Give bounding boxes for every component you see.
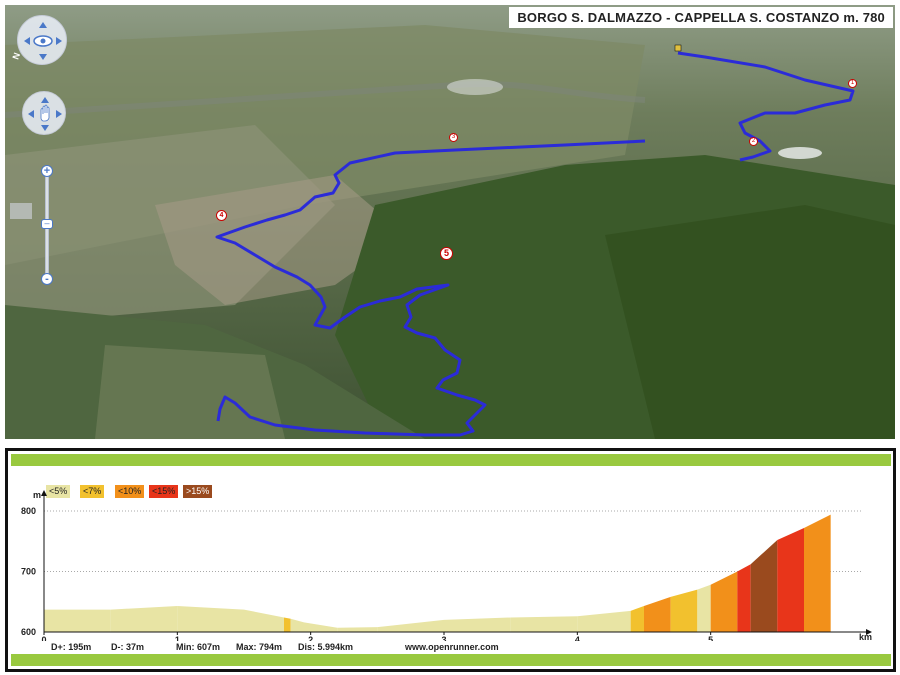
profile-segment [304,622,338,632]
y-axis-label: m [33,490,41,500]
zoom-slider[interactable]: + – - [41,165,53,287]
profile-segment [44,609,111,632]
hand-icon [28,97,62,131]
x-tick-label: 0 [41,635,46,641]
stat-d-plus: D+: 195m [51,642,92,652]
y-axis-arrow [41,490,47,496]
route-marker-2[interactable]: 2 [749,137,758,146]
profile-segment [244,609,284,632]
profile-segment [110,605,178,632]
profile-segment [804,514,831,632]
x-tick-label: 4 [575,635,580,641]
profile-segment [697,584,711,632]
profile-segment [177,605,244,632]
profile-segment [337,627,378,632]
stat-min: Min: 607m [176,642,221,652]
map-view[interactable]: 1 2 3 4 5 BORGO S. DALMAZZO - CAPPELLA S… [5,5,895,439]
zoom-in-button[interactable]: + [41,165,53,177]
website-link[interactable]: www.openrunner.com [405,642,499,652]
x-tick-label: 3 [441,635,446,641]
route-marker-3[interactable]: 3 [449,133,458,142]
profile-segment [670,589,698,632]
x-axis-label: km [859,632,872,641]
profile-segment [710,571,738,632]
move-control[interactable] [22,91,66,135]
x-tick-label: 2 [308,635,313,641]
profile-segment [644,596,671,632]
route-marker-5[interactable]: 5 [440,247,453,260]
profile-segment [284,617,291,632]
stat-d-minus: D-: 37m [111,642,145,652]
route-marker-4[interactable]: 4 [216,210,227,221]
y-tick-label: 700 [21,567,36,577]
elevation-profile-panel: <5% <7% <10% <15% >15% 0 1 2 3 4 5 600 700 800 m k… [5,448,896,672]
bottom-green-bar [11,654,891,666]
profile-segment [737,564,751,632]
x-tick-label: 1 [175,635,180,641]
profile-segment [630,605,644,632]
map-title: BORGO S. DALMAZZO - CAPPELLA S. COSTANZO… [509,7,893,28]
route-marker-1[interactable]: 1 [848,79,857,88]
zoom-out-button[interactable]: - [41,273,53,285]
profile-segment [750,540,778,632]
profile-segment [577,610,631,632]
eye-icon [24,22,62,60]
marker-start[interactable] [674,44,682,52]
profile-segment [377,619,444,632]
y-tick-label: 800 [21,506,36,516]
profile-segment [510,616,578,632]
y-tick-label: 600 [21,627,36,637]
x-tick-label: 5 [708,635,713,641]
profile-segment [290,618,304,632]
zoom-thumb[interactable]: – [41,219,53,229]
elevation-chart: 0 1 2 3 4 5 600 700 800 m km [21,490,872,641]
stat-distance: Dis: 5.994km [298,642,354,652]
terrain-imagery [5,5,895,439]
profile-segment [444,617,511,632]
look-control[interactable] [17,15,67,65]
stat-max: Max: 794m [236,642,283,652]
profile-segment [777,527,804,632]
